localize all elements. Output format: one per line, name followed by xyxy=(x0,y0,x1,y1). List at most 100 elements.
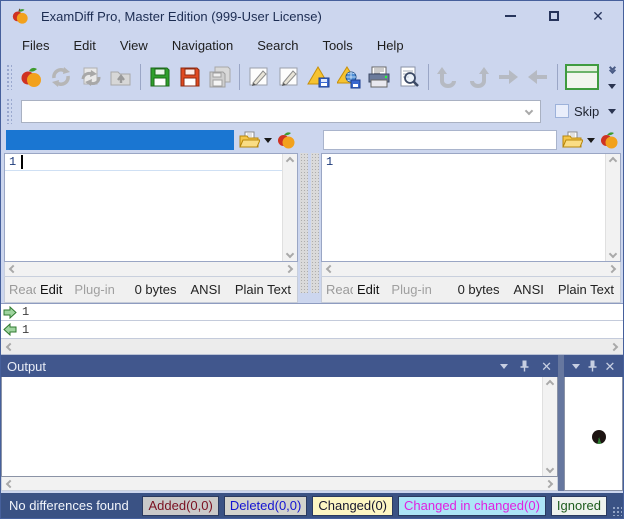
scroll-left-icon[interactable] xyxy=(6,342,14,350)
readonly-indicator[interactable]: Read xyxy=(9,282,36,297)
status-badge-ignored[interactable]: Ignored xyxy=(551,496,607,516)
toolbar-overflow[interactable] xyxy=(605,61,619,93)
plugin-indicator[interactable]: Plug-in xyxy=(74,282,114,297)
inspector-horizontal-scrollbar[interactable] xyxy=(1,339,623,355)
print-preview-button[interactable] xyxy=(394,63,424,91)
compare-button[interactable] xyxy=(16,63,46,91)
chevron-down-icon[interactable] xyxy=(518,108,540,114)
readonly-indicator[interactable]: Read xyxy=(326,282,353,297)
edit-indicator[interactable]: Edit xyxy=(40,282,62,297)
scroll-down-icon[interactable] xyxy=(609,250,617,258)
output-horizontal-scrollbar[interactable] xyxy=(1,477,558,491)
menu-files[interactable]: Files xyxy=(11,35,60,56)
pin-icon[interactable] xyxy=(588,360,597,372)
inspector-row-second[interactable]: 1 xyxy=(1,321,623,339)
encoding-indicator[interactable]: ANSI xyxy=(514,282,544,297)
swap-panes-button[interactable] xyxy=(76,63,106,91)
second-file-editor[interactable]: 1 xyxy=(321,153,621,262)
inspector-row-first[interactable]: 1 xyxy=(1,303,623,321)
previous-difference-button[interactable] xyxy=(523,63,553,91)
examdiff-fruit-icon[interactable] xyxy=(599,130,619,150)
statistics-body xyxy=(564,377,623,491)
open-dropdown-icon[interactable] xyxy=(264,138,272,143)
output-panel-header[interactable]: Output ✕ xyxy=(1,355,558,377)
open-folder-icon[interactable] xyxy=(238,131,260,149)
scroll-left-icon[interactable] xyxy=(9,265,17,273)
scroll-up-icon[interactable] xyxy=(609,157,617,165)
searchbar-grip[interactable] xyxy=(6,98,12,124)
scroll-down-icon[interactable] xyxy=(546,465,554,473)
open-dropdown-icon[interactable] xyxy=(587,138,595,143)
undo-button[interactable] xyxy=(433,63,463,91)
skip-checkbox[interactable] xyxy=(555,104,569,118)
panel-close-icon[interactable]: ✕ xyxy=(541,360,552,373)
scroll-left-icon[interactable] xyxy=(326,265,334,273)
skip-checkbox-label: Skip xyxy=(574,104,599,119)
scroll-right-icon[interactable] xyxy=(608,265,616,273)
status-badge-changed-in-changed[interactable]: Changed in changed(0) xyxy=(398,496,546,516)
open-folder-icon[interactable] xyxy=(561,131,583,149)
next-difference-button[interactable] xyxy=(493,63,523,91)
menu-edit[interactable]: Edit xyxy=(62,35,106,56)
save-first-button[interactable] xyxy=(145,63,175,91)
inspector-line-number: 1 xyxy=(22,305,29,319)
show-panes-button[interactable] xyxy=(562,63,602,91)
save-all-button[interactable] xyxy=(205,63,235,91)
redo-button[interactable] xyxy=(463,63,493,91)
statistics-panel-header[interactable]: ✕ xyxy=(564,355,623,377)
panel-menu-icon[interactable] xyxy=(572,364,580,369)
status-badge-added[interactable]: Added(0,0) xyxy=(142,496,218,516)
vertical-scrollbar[interactable] xyxy=(282,154,297,261)
searchbar-options-icon[interactable] xyxy=(608,109,616,114)
menu-help[interactable]: Help xyxy=(366,35,415,56)
status-badge-changed[interactable]: Changed(0) xyxy=(312,496,393,516)
status-badge-deleted[interactable]: Deleted(0,0) xyxy=(224,496,308,516)
scroll-up-icon[interactable] xyxy=(546,380,554,388)
panel-menu-icon[interactable] xyxy=(500,364,508,369)
scroll-down-icon[interactable] xyxy=(286,250,294,258)
open-files-button[interactable] xyxy=(106,63,136,91)
close-button[interactable]: ✕ xyxy=(591,9,605,23)
search-combobox[interactable] xyxy=(21,100,541,123)
folder-up-icon xyxy=(109,65,133,89)
syntax-indicator[interactable]: Plain Text xyxy=(235,282,291,297)
print-button[interactable] xyxy=(364,63,394,91)
save-differences-button[interactable] xyxy=(304,63,334,91)
scroll-right-icon[interactable] xyxy=(285,265,293,273)
vertical-scrollbar[interactable] xyxy=(542,377,557,476)
edit-first-file-button[interactable] xyxy=(244,63,274,91)
syntax-indicator[interactable]: Plain Text xyxy=(558,282,614,297)
save-second-button[interactable] xyxy=(175,63,205,91)
menu-tools[interactable]: Tools xyxy=(311,35,363,56)
second-diff-map[interactable] xyxy=(311,153,319,293)
examdiff-fruit-icon[interactable] xyxy=(276,130,296,150)
first-file-editor[interactable]: 1 xyxy=(4,153,298,262)
plugin-indicator[interactable]: Plug-in xyxy=(391,282,431,297)
edit-second-file-button[interactable] xyxy=(274,63,304,91)
horizontal-scrollbar[interactable] xyxy=(321,262,621,277)
examdiff-fruit-icon xyxy=(11,7,29,25)
save-differences-html-button[interactable] xyxy=(334,63,364,91)
first-diff-map[interactable] xyxy=(300,153,308,293)
encoding-indicator[interactable]: ANSI xyxy=(191,282,221,297)
first-filename-box[interactable] xyxy=(6,130,234,150)
scroll-right-icon[interactable] xyxy=(610,342,618,350)
menu-search[interactable]: Search xyxy=(246,35,309,56)
maximize-button[interactable] xyxy=(547,9,561,23)
toolbar-grip[interactable] xyxy=(6,64,12,90)
resize-grip[interactable] xyxy=(612,506,622,516)
menu-view[interactable]: View xyxy=(109,35,159,56)
horizontal-scrollbar[interactable] xyxy=(4,262,298,277)
panel-close-icon[interactable]: ✕ xyxy=(605,360,616,373)
minimize-button[interactable] xyxy=(503,9,517,23)
edit-indicator[interactable]: Edit xyxy=(357,282,379,297)
output-text-area[interactable] xyxy=(2,377,542,476)
scroll-left-icon[interactable] xyxy=(6,479,14,487)
scroll-right-icon[interactable] xyxy=(545,479,553,487)
pin-icon[interactable] xyxy=(520,360,529,372)
scroll-up-icon[interactable] xyxy=(286,157,294,165)
recompare-button[interactable] xyxy=(46,63,76,91)
vertical-scrollbar[interactable] xyxy=(605,154,620,261)
menu-navigation[interactable]: Navigation xyxy=(161,35,244,56)
second-filename-box[interactable] xyxy=(323,130,557,150)
